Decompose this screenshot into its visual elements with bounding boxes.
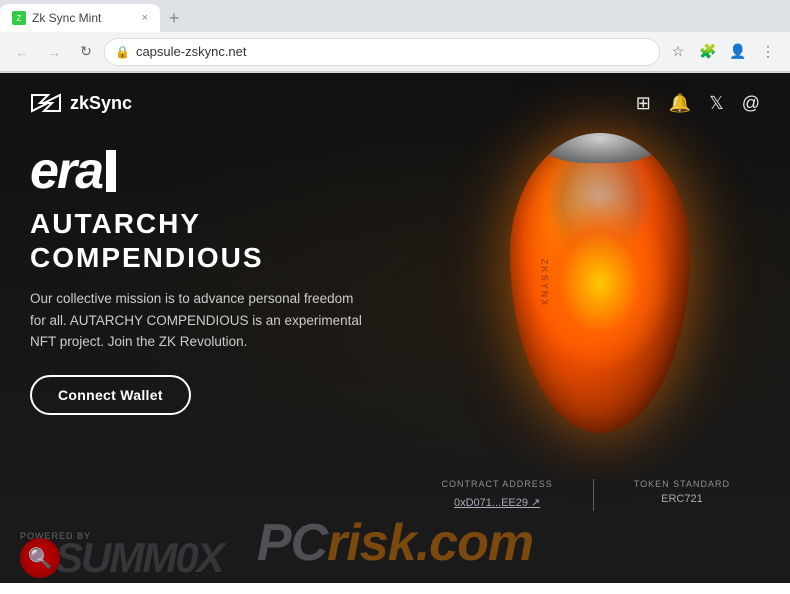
- bell-icon[interactable]: 🔔: [669, 93, 691, 114]
- contract-address-block: CONTRACT ADDRESS 0xD071...EE29 ↗: [441, 479, 552, 511]
- era-text: era: [30, 145, 102, 197]
- contract-address-value[interactable]: 0xD071...EE29 ↗: [454, 497, 540, 509]
- nav-actions: ☆ 🧩 👤 ⋮: [664, 38, 782, 66]
- token-standard-block: TOKEN STANDARD ERC721: [634, 479, 730, 511]
- footer-brand-text: SUMM0X: [55, 534, 223, 582]
- site-logo: zkSync: [30, 91, 132, 115]
- footer-logo: SUMM0X: [20, 534, 223, 582]
- bookmark-button[interactable]: ☆: [664, 38, 692, 66]
- forward-button[interactable]: →: [40, 38, 68, 66]
- active-tab[interactable]: Z Zk Sync Mint ×: [0, 4, 160, 32]
- tab-bar: Z Zk Sync Mint × +: [0, 0, 790, 32]
- hero-description: Our collective mission is to advance per…: [30, 288, 370, 353]
- contract-info: CONTRACT ADDRESS 0xD071...EE29 ↗ TOKEN S…: [0, 467, 790, 523]
- hero-title: AUTARCHY COMPENDIOUS: [30, 207, 390, 274]
- contract-address-label: CONTRACT ADDRESS: [441, 479, 552, 489]
- summox-icon: [20, 538, 60, 578]
- lock-icon: 🔒: [115, 45, 130, 59]
- era-cursor: [106, 150, 116, 192]
- social-icons-group: ⊞ 🔔 𝕏 @: [636, 93, 760, 114]
- tab-favicon: Z: [12, 11, 26, 25]
- discord-icon[interactable]: ⊞: [636, 93, 651, 114]
- site-header: zkSync ⊞ 🔔 𝕏 @: [0, 73, 790, 125]
- new-tab-button[interactable]: +: [160, 4, 188, 32]
- title-line2: COMPENDIOUS: [30, 241, 390, 275]
- token-standard-label: TOKEN STANDARD: [634, 479, 730, 489]
- capsule-glow: [528, 193, 672, 373]
- page-footer: POWERED BY SUMM0X PCrisk.com: [0, 523, 790, 583]
- capsule-top: [540, 133, 660, 163]
- address-bar[interactable]: 🔒 capsule-zskync.net: [104, 38, 660, 66]
- capsule-illustration: ZKSYNX: [470, 133, 730, 473]
- tab-title: Zk Sync Mint: [32, 11, 101, 25]
- browser-chrome: Z Zk Sync Mint × + ← → ↻ 🔒 capsule-zskyn…: [0, 0, 790, 73]
- capsule-shape: ZKSYNX: [510, 133, 690, 433]
- url-text: capsule-zskync.net: [136, 44, 247, 59]
- hero-section: era AUTARCHY COMPENDIOUS Our collective …: [0, 125, 420, 435]
- twitter-icon[interactable]: 𝕏: [709, 93, 724, 114]
- era-logo: era: [30, 145, 390, 197]
- extensions-button[interactable]: 🧩: [694, 38, 722, 66]
- zksync-logo-icon: [30, 91, 62, 115]
- reload-button[interactable]: ↻: [72, 38, 100, 66]
- logo-text: zkSync: [70, 93, 132, 114]
- at-icon[interactable]: @: [742, 93, 760, 114]
- tab-close-button[interactable]: ×: [142, 12, 148, 24]
- menu-button[interactable]: ⋮: [754, 38, 782, 66]
- back-button[interactable]: ←: [8, 38, 36, 66]
- profile-button[interactable]: 👤: [724, 38, 752, 66]
- token-standard-value: ERC721: [634, 493, 730, 505]
- connect-wallet-button[interactable]: Connect Wallet: [30, 375, 191, 415]
- info-divider: [593, 479, 594, 511]
- nav-bar: ← → ↻ 🔒 capsule-zskync.net ☆ 🧩 👤 ⋮: [0, 32, 790, 72]
- title-line1: AUTARCHY: [30, 207, 390, 241]
- page-content: zkSync ⊞ 🔔 𝕏 @ era AUTARCHY COMPENDIOUS …: [0, 73, 790, 523]
- capsule-text: ZKSYNX: [539, 259, 549, 308]
